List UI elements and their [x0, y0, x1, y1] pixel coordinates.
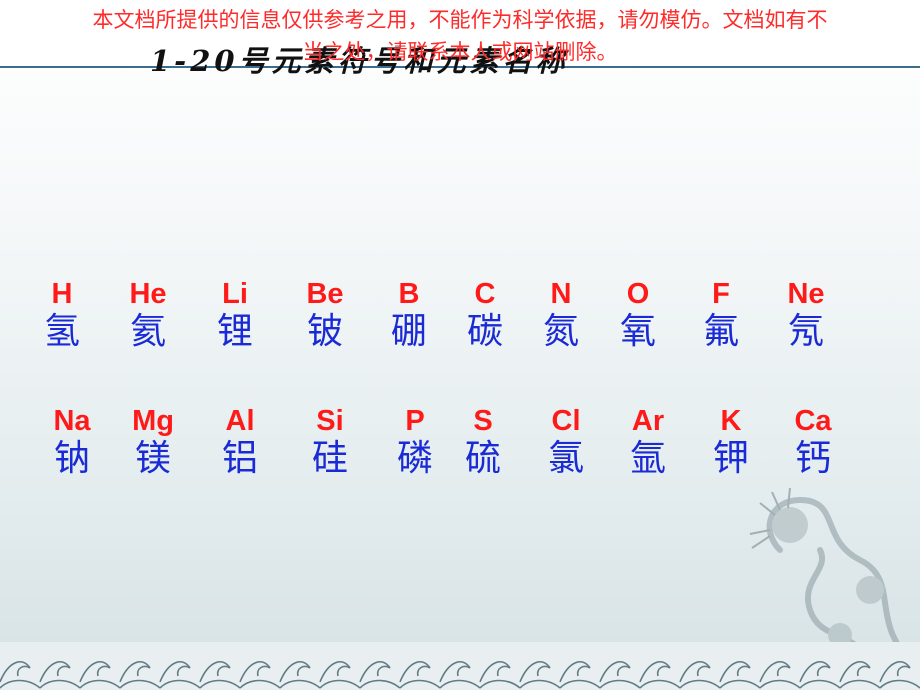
- element-name: 氟: [702, 311, 739, 352]
- dragon-illustration: [749, 487, 913, 663]
- slide: 1-20号元素符号和元素名称 本文档所提供的信息仅供参考之用，不能作为科学依据，…: [0, 0, 920, 690]
- element-cell: F氟: [686, 278, 756, 354]
- element-cell: C碳: [450, 278, 520, 354]
- element-symbol: Ca: [794, 405, 832, 437]
- element-name: 硫: [464, 438, 501, 479]
- element-symbol: F: [712, 278, 730, 310]
- element-cell: Mg 镁: [118, 405, 188, 481]
- element-name: 硼: [390, 311, 427, 352]
- element-symbol: Ar: [631, 405, 665, 437]
- wave-pattern: [0, 642, 920, 690]
- element-cell: S硫: [448, 405, 518, 481]
- element-cell: He 氦: [113, 278, 183, 354]
- element-symbol: K: [720, 405, 742, 437]
- element-symbol: Be: [306, 278, 344, 310]
- element-symbol: Cl: [551, 405, 581, 437]
- element-symbol: Li: [222, 278, 248, 310]
- element-cell: N氮: [526, 278, 596, 354]
- element-cell: Li 锂: [200, 278, 270, 354]
- element-name: 锂: [216, 311, 253, 352]
- element-symbol: Al: [225, 405, 255, 437]
- element-symbol: He: [129, 278, 167, 310]
- element-cell: Cl 氯: [531, 405, 601, 481]
- element-name: 氧: [619, 311, 656, 352]
- element-symbol: N: [550, 278, 572, 310]
- element-cell: Ne 氖: [771, 278, 841, 354]
- element-symbol: O: [626, 278, 650, 310]
- element-symbol: B: [398, 278, 420, 310]
- element-name: 硅: [311, 438, 348, 479]
- element-symbol: S: [473, 405, 493, 437]
- element-symbol: Si: [316, 405, 344, 437]
- element-name: 钠: [53, 438, 90, 479]
- element-cell: B硼: [374, 278, 444, 354]
- element-cell: P磷: [380, 405, 450, 481]
- element-name: 氮: [542, 311, 579, 352]
- element-cell: Al 铝: [205, 405, 275, 481]
- element-name: 氖: [787, 311, 824, 352]
- element-name: 氢: [43, 311, 80, 352]
- element-symbol: P: [405, 405, 425, 437]
- element-symbol: Na: [53, 405, 91, 437]
- element-cell: O氧: [603, 278, 673, 354]
- element-name: 铍: [306, 311, 343, 352]
- element-name: 磷: [396, 438, 433, 479]
- element-symbol: Mg: [132, 405, 174, 437]
- element-name: 氦: [129, 311, 166, 352]
- element-cell: Na 钠: [37, 405, 107, 481]
- element-cell: H氢: [27, 278, 97, 354]
- element-name: 铝: [221, 438, 258, 479]
- element-cell: Be 铍: [290, 278, 360, 354]
- element-symbol: H: [51, 278, 73, 310]
- element-name: 镁: [134, 438, 171, 479]
- element-cell: Si 硅: [295, 405, 365, 481]
- element-name: 氯: [547, 438, 584, 479]
- element-symbol: Ne: [787, 278, 825, 310]
- element-name: 碳: [466, 311, 503, 352]
- element-symbol: C: [474, 278, 496, 310]
- disclaimer-notice: 本文档所提供的信息仅供参考之用，不能作为科学依据，请勿模仿。文档如有不 当之处，…: [92, 8, 828, 64]
